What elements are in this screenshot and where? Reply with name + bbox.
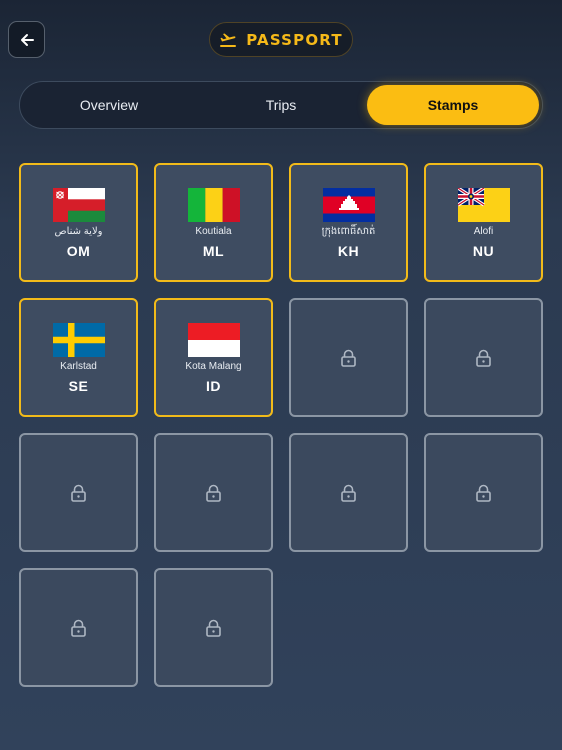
stamp-card-id[interactable]: Kota Malang ID [154, 298, 273, 417]
stamp-city: Kota Malang [185, 361, 242, 372]
stamp-country-code: SE [68, 378, 89, 394]
lock-icon [71, 484, 86, 502]
indonesia-flag [187, 323, 240, 357]
sweden-flag [52, 323, 105, 357]
locked-stamp-slot[interactable] [154, 433, 273, 552]
stamp-city: Karlstad [60, 361, 97, 372]
airplane-departure-icon [220, 33, 237, 47]
stamp-card-kh[interactable]: ក្រុងពោធិ៍សាត់ KH [289, 163, 408, 282]
niue-flag [457, 188, 510, 222]
mali-flag [187, 188, 240, 222]
locked-stamp-slot[interactable] [19, 568, 138, 687]
stamp-city: ក្រុងពោធិ៍សាត់ [321, 226, 376, 237]
stamp-country-code: OM [66, 243, 91, 259]
stamp-card-nu[interactable]: Alofi NU [424, 163, 543, 282]
stamp-country-code: KH [337, 243, 360, 259]
back-button[interactable] [8, 21, 45, 58]
lock-icon [206, 484, 221, 502]
stamp-card-se[interactable]: Karlstad SE [19, 298, 138, 417]
stamp-city: ولاية شناص [54, 226, 103, 237]
stamp-country-code: NU [472, 243, 495, 259]
arrow-left-icon [20, 33, 34, 46]
stamp-city: Koutiala [195, 226, 232, 237]
tab-stamps[interactable]: Stamps [367, 85, 539, 125]
cambodia-flag [322, 188, 375, 222]
locked-stamp-slot[interactable] [289, 433, 408, 552]
page-title: PASSPORT [246, 30, 343, 49]
lock-icon [71, 619, 86, 637]
page-title-pill: PASSPORT [209, 22, 353, 57]
oman-flag [52, 188, 105, 222]
lock-icon [476, 484, 491, 502]
stamp-card-ml[interactable]: Koutiala ML [154, 163, 273, 282]
stamp-city: Alofi [473, 226, 494, 237]
locked-stamp-slot[interactable] [424, 433, 543, 552]
stamp-country-code: ID [206, 378, 221, 394]
lock-icon [206, 619, 221, 637]
locked-stamp-slot[interactable] [154, 568, 273, 687]
section-tabs: Overview Trips Stamps [19, 81, 543, 129]
lock-icon [341, 484, 356, 502]
locked-stamp-slot[interactable] [19, 433, 138, 552]
tab-overview[interactable]: Overview [23, 85, 195, 125]
stamps-grid: ولاية شناص OM Koutiala ML ក្រុងពោធិ៍សាត់… [19, 163, 543, 687]
stamp-country-code: ML [202, 243, 225, 259]
locked-stamp-slot[interactable] [289, 298, 408, 417]
tab-trips[interactable]: Trips [195, 85, 367, 125]
lock-icon [341, 349, 356, 367]
locked-stamp-slot[interactable] [424, 298, 543, 417]
stamp-card-om[interactable]: ولاية شناص OM [19, 163, 138, 282]
lock-icon [476, 349, 491, 367]
